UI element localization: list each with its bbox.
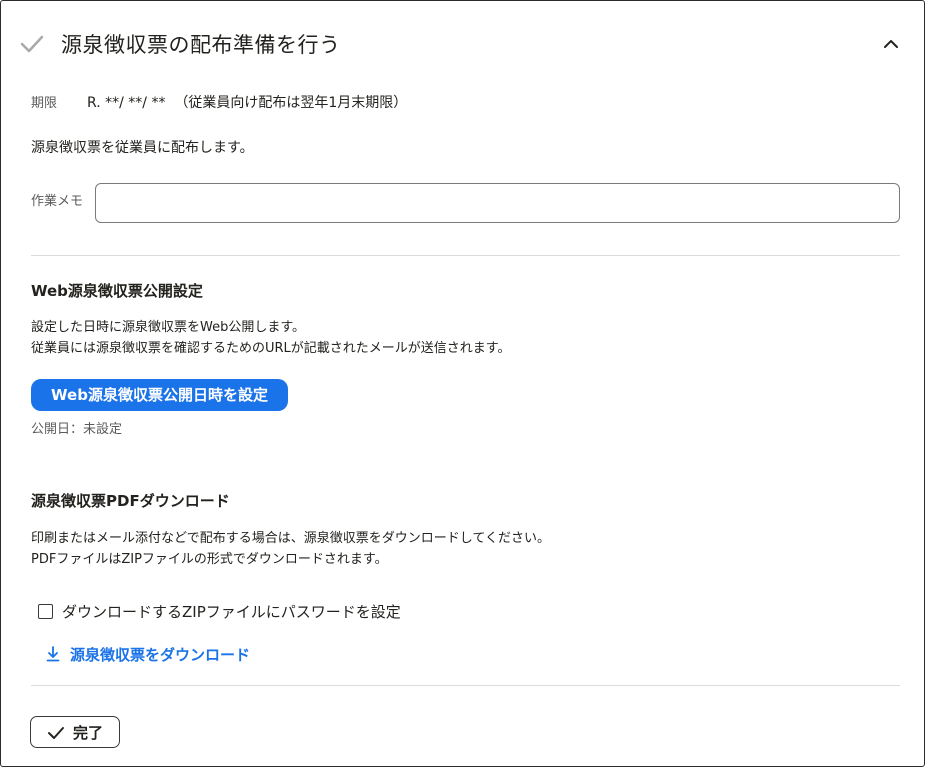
pdf-description-line: 印刷またはメール添付などで配布する場合は、源泉徴収票をダウンロードしてください。 — [31, 531, 550, 546]
deadline-label: 期限 — [31, 96, 58, 111]
web-description-line: 従業員には源泉徴収票を確認するためのURLが記載されたメールが送信されます。 — [31, 341, 511, 356]
task-panel: 源泉徴収票の配布準備を行う 期限 R. **/ **/ ** （従業員向け配布は… — [0, 0, 925, 767]
web-section-title: Web源泉徴収票公開設定 — [31, 282, 203, 300]
pdf-section-title: 源泉徴収票PDFダウンロード — [31, 492, 230, 510]
task-description: 源泉徴収票を従業員に配布します。 — [31, 140, 254, 156]
page-title: 源泉徴収票の配布準備を行う — [61, 33, 341, 57]
download-icon — [46, 646, 60, 662]
pdf-description-line: PDFファイルはZIPファイルの形式でダウンロードされます。 — [31, 552, 388, 567]
check-icon — [47, 725, 65, 739]
done-button-label: 完了 — [72, 723, 103, 742]
chevron-up-icon[interactable] — [882, 36, 900, 52]
memo-label: 作業メモ — [31, 194, 84, 209]
check-icon — [19, 33, 45, 55]
set-publish-date-button[interactable]: Web源泉徴収票公開日時を設定 — [31, 379, 288, 411]
web-section-description: 設定した日時に源泉徴収票をWeb公開します。 従業員には源泉徴収票を確認するため… — [31, 317, 511, 359]
deadline-value: R. **/ **/ ** （従業員向け配布は翌年1月末期限） — [87, 95, 408, 111]
memo-input[interactable] — [95, 183, 900, 223]
panel-header[interactable]: 源泉徴収票の配布準備を行う — [1, 1, 924, 87]
pdf-section-description: 印刷またはメール添付などで配布する場合は、源泉徴収票をダウンロードしてください。… — [31, 528, 550, 570]
download-link-label[interactable]: 源泉徴収票をダウンロード — [70, 644, 250, 665]
zip-password-checkbox[interactable] — [38, 604, 53, 619]
done-button[interactable]: 完了 — [30, 716, 120, 748]
publish-date-status: 公開日：未設定 — [31, 422, 123, 437]
zip-password-label[interactable]: ダウンロードするZIPファイルにパスワードを設定 — [62, 601, 401, 622]
web-description-line: 設定した日時に源泉徴収票をWeb公開します。 — [31, 320, 306, 335]
divider — [31, 685, 900, 686]
download-link[interactable]: 源泉徴収票をダウンロード — [46, 643, 250, 665]
divider — [31, 255, 900, 256]
